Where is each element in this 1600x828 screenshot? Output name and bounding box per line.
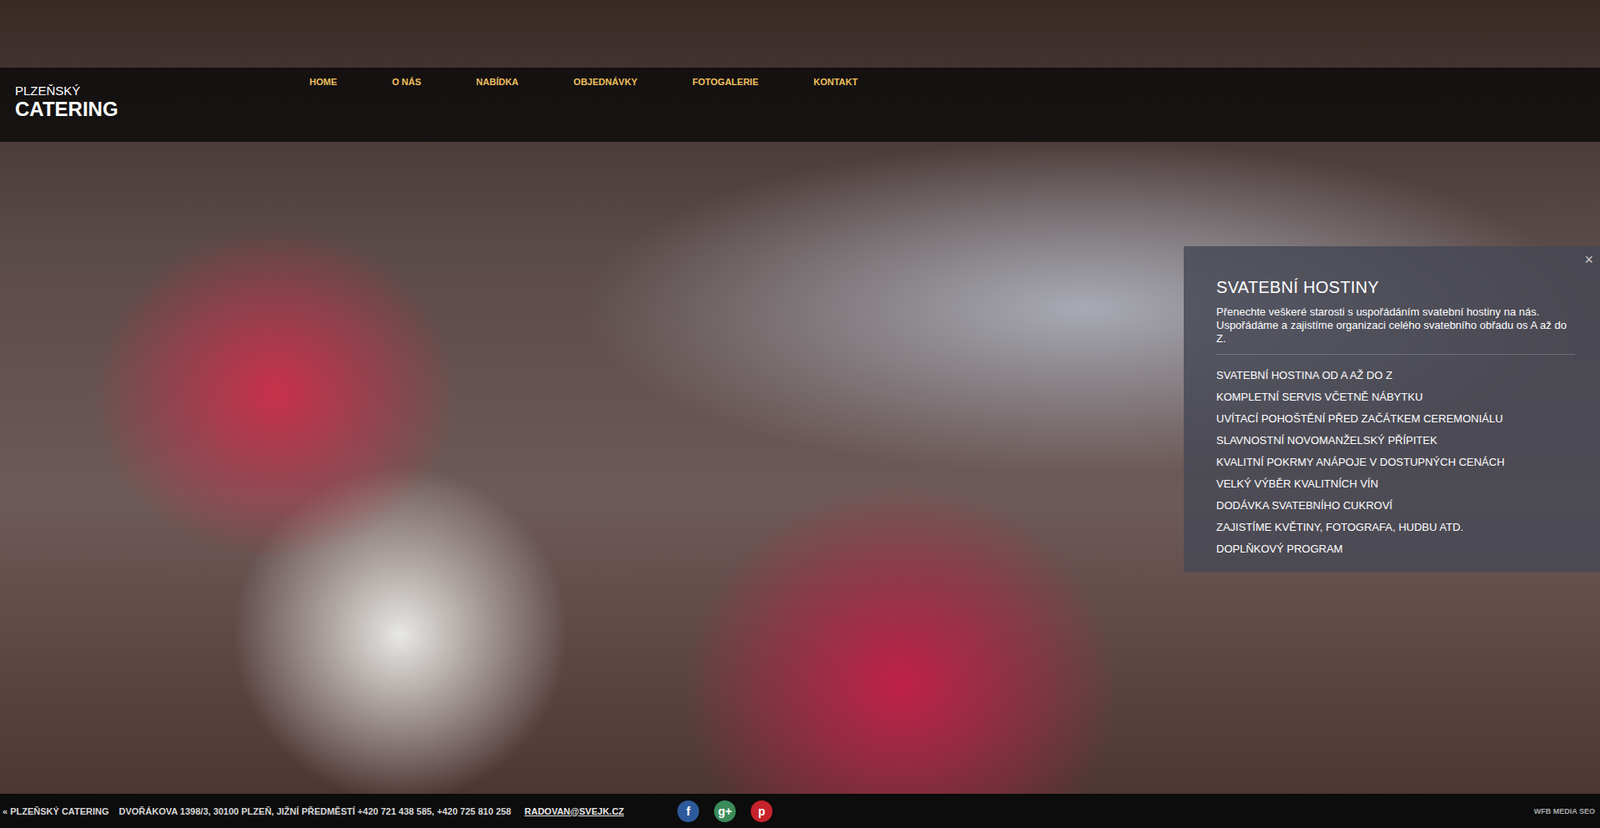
background-photo: PLZEŇSKÝCATERINGHOME O NÁS NABÍDKA OBJEDNÁV… (0, 0, 1600, 828)
main-nav: HOME O NÁS NABÍDKA OBJEDNÁVKY FOTOGALERIE KON… (309, 67, 858, 142)
header: PLZEŇSKÝCATERINGHOME O NÁS NABÍDKA OBJEDNÁV… (0, 67, 1600, 142)
service-list: SVATEBNÍ HOSTINA OD A AŽ DO ZKOMPLETNÍ S… (1216, 364, 1575, 560)
divider (1216, 353, 1575, 355)
service-item: VELKÝ VÝBĚR KVALITNÍCH VÍN (1216, 472, 1575, 495)
nav-item[interactable]: OBJEDNÁVKY (573, 76, 638, 87)
panel-title: SVATEBNÍ HOSTINY (1216, 277, 1575, 297)
footer-brand[interactable]: « PLZEŇSKÝ CATERING (2, 805, 110, 816)
service-item: ZAJISTÍME KVĚTINY, FOTOGRAFA, HUDBU ATD. (1216, 516, 1575, 539)
facebook-icon[interactable]: f (677, 800, 700, 822)
social-links: f g+ p (677, 800, 773, 822)
service-item: KVALITNÍ POKRMY ANÁPOJE V DOSTUPNÝCH CEN… (1216, 451, 1575, 473)
panel-text: Přenechte veškeré starosti s uspořádáním… (1216, 305, 1575, 346)
service-item: DODÁVKA SVATEBNÍHO CUKROVÍ (1216, 494, 1575, 517)
footer-credit[interactable]: WFB MEDIA SEO (1534, 806, 1595, 816)
service-item: UVÍTACÍ POHOŠTĚNÍ PŘED ZAČÁTKEM CEREMONI… (1216, 407, 1575, 430)
service-item: SVATEBNÍ HOSTINA OD A AŽ DO Z (1216, 364, 1575, 387)
nav-item[interactable]: NABÍDKA (476, 76, 519, 87)
service-item: KOMPLETNÍ SERVIS VČETNĚ NÁBYTKU (1216, 386, 1575, 408)
close-button[interactable]: × (1584, 251, 1594, 269)
service-item: DOPLŇKOVÝ PROGRAM (1216, 538, 1575, 560)
footer-address: DVOŘÁKOVA 1398/3, 30100 PLZEŇ, JIŽNÍ PŘE… (119, 805, 512, 816)
footer-email[interactable]: RADOVAN@SVEJK.CZ (524, 805, 624, 816)
google-plus-icon[interactable]: g+ (714, 800, 736, 822)
footer: « PLZEŇSKÝ CATERING DVOŘÁKOVA 1398/3, 301… (0, 793, 1600, 828)
nav-item[interactable]: O NÁS (392, 76, 422, 87)
pinterest-icon[interactable]: p (750, 800, 773, 822)
nav-item[interactable]: KONTAKT (813, 76, 858, 87)
info-panel: × SVATEBNÍ HOSTINY Přenechte veškeré staro… (1183, 246, 1600, 572)
service-item: SLAVNOSTNÍ NOVOMANŽELSKÝ PŘÍPITEK (1216, 429, 1575, 452)
logo[interactable]: PLZEŇSKÝCATERING (0, 67, 310, 142)
nav-item[interactable]: FOTOGALERIE (692, 76, 759, 87)
nav-item[interactable]: HOME (309, 76, 338, 87)
